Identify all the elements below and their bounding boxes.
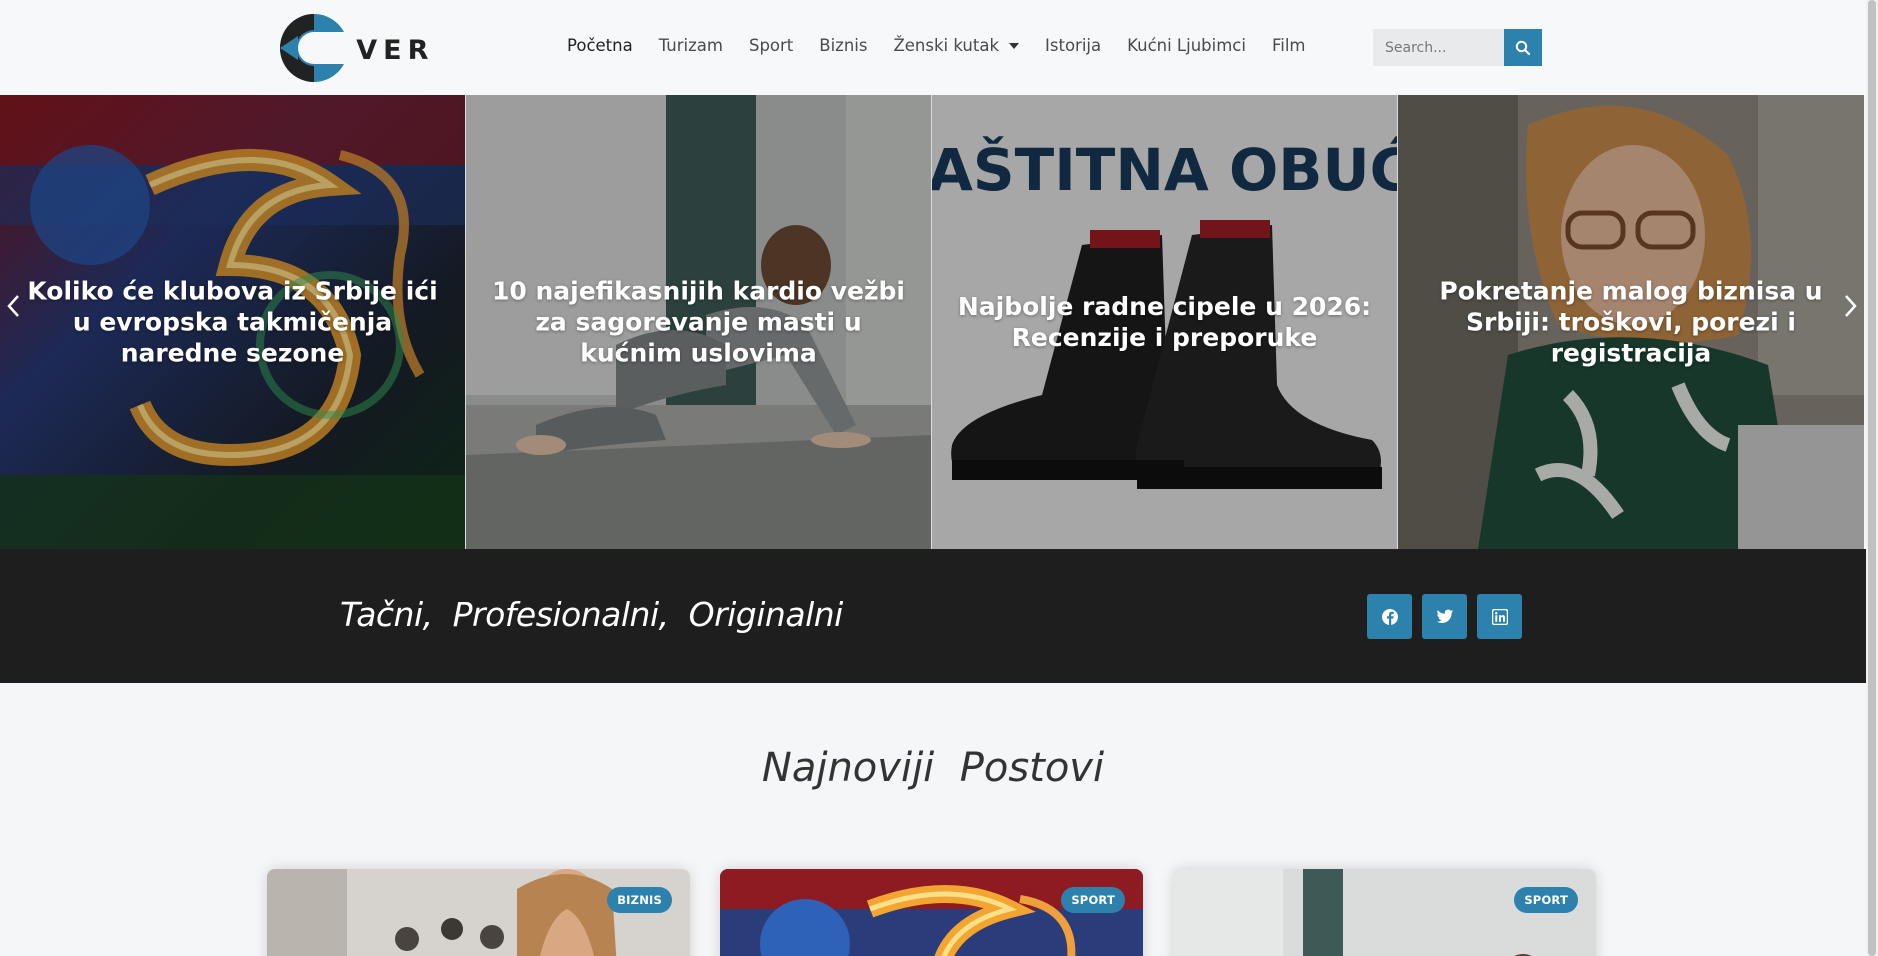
chevron-left-icon <box>7 295 19 317</box>
nav-item-istorija[interactable]: Istorija <box>1045 36 1101 55</box>
slide-boots[interactable]: AŠTITNA OBUĆA Najbolje radne cipele u 20… <box>932 95 1398 549</box>
nav-label: Turizam <box>658 36 723 55</box>
featured-slider: Koliko će klubova iz Srbije ići u evrops… <box>0 95 1866 549</box>
linkedin-icon <box>1491 608 1508 625</box>
nav-item-zenski-kutak[interactable]: Ženski kutak <box>893 36 1020 55</box>
nav-label: Početna <box>567 36 633 55</box>
slide-title[interactable]: Koliko će klubova iz Srbije ići u evrops… <box>20 276 445 369</box>
search-button[interactable] <box>1504 29 1542 66</box>
slide-title[interactable]: 10 najefikasnijih kardio vežbi za sagore… <box>486 276 911 369</box>
slider-prev-button[interactable] <box>4 293 24 319</box>
post-card-biznis[interactable]: BIZNIS <box>267 869 690 956</box>
main-nav: Početna Turizam Sport Biznis Ženski kuta… <box>567 36 1332 55</box>
nav-item-film[interactable]: Film <box>1272 36 1306 55</box>
tagline: Tačni, Profesionalni, Originalni <box>340 595 843 634</box>
facebook-icon <box>1381 608 1398 625</box>
category-badge[interactable]: SPORT <box>1061 887 1125 913</box>
slide-title[interactable]: Najbolje radne cipele u 2026: Recenzije … <box>952 291 1377 353</box>
nav-label: Istorija <box>1045 36 1102 55</box>
site-header: OVER Početna Turizam Sport Biznis Ženski… <box>0 0 1866 95</box>
search-icon <box>1515 40 1531 55</box>
post-card-sport[interactable]: SPORT <box>1173 869 1596 956</box>
linkedin-button[interactable] <box>1477 594 1522 639</box>
scrollbar-thumb[interactable] <box>1868 0 1876 956</box>
category-badge[interactable]: SPORT <box>1514 887 1578 913</box>
search-input[interactable] <box>1373 29 1504 66</box>
post-card-sport[interactable]: SPORT <box>720 869 1143 956</box>
nav-label: Kućni Ljubimci <box>1127 36 1246 55</box>
logo-c-mark <box>278 12 350 84</box>
category-badge[interactable]: BIZNIS <box>607 887 672 913</box>
nav-label: Film <box>1271 36 1306 55</box>
slide-cardio[interactable]: 10 najefikasnijih kardio vežbi za sagore… <box>466 95 932 549</box>
chevron-right-icon <box>1845 295 1857 317</box>
slide-football[interactable]: Koliko će klubova iz Srbije ići u evrops… <box>0 95 466 549</box>
nav-item-turizam[interactable]: Turizam <box>659 36 723 55</box>
nav-item-pocetna[interactable]: Početna <box>567 36 633 55</box>
nav-label: Sport <box>748 36 794 55</box>
nav-item-kucni-ljubimci[interactable]: Kućni Ljubimci <box>1127 36 1246 55</box>
facebook-button[interactable] <box>1367 594 1412 639</box>
nav-item-biznis[interactable]: Biznis <box>819 36 867 55</box>
slider-next-button[interactable] <box>1840 293 1860 319</box>
page-scrollbar[interactable] <box>1866 0 1878 956</box>
section-title-latest-posts: Najnoviji Postovi <box>761 745 1105 791</box>
nav-label: Ženski kutak <box>893 36 1000 55</box>
nav-item-sport[interactable]: Sport <box>749 36 793 55</box>
site-logo[interactable]: OVER <box>278 12 428 84</box>
chevron-down-icon <box>1009 42 1020 49</box>
nav-label: Biznis <box>819 36 868 55</box>
slide-business[interactable]: Pokretanje malog biznisa u Srbiji: trošk… <box>1398 95 1864 549</box>
twitter-button[interactable] <box>1422 594 1467 639</box>
twitter-icon <box>1436 609 1453 623</box>
tagline-band: Tačni, Profesionalni, Originalni <box>0 549 1866 683</box>
search-form <box>1373 29 1542 66</box>
slide-title[interactable]: Pokretanje malog biznisa u Srbiji: trošk… <box>1418 276 1844 369</box>
